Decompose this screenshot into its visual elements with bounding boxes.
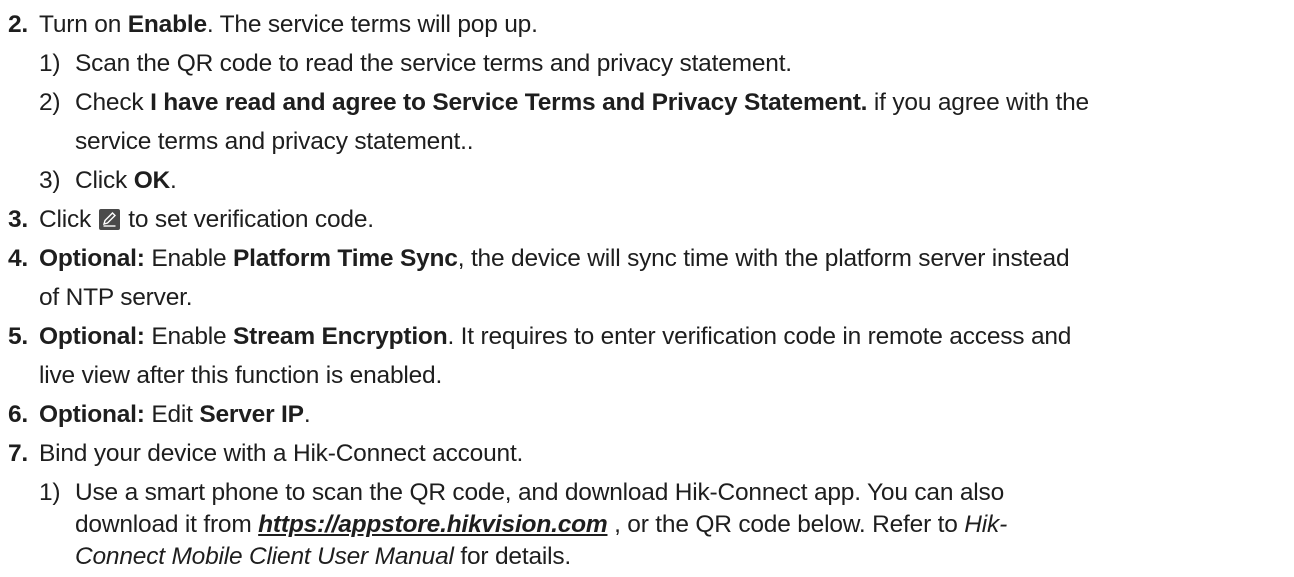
step-text: Click [39, 206, 98, 233]
optional-label: Optional: [39, 323, 145, 350]
substep-text: . [170, 167, 177, 194]
substep-7-1-line3: Connect Mobile Client User Manual for de… [75, 541, 571, 573]
substep-2-2: 2) Check I have read and agree to Servic… [39, 87, 1089, 119]
substep-number: 2) [39, 89, 61, 116]
substep-2-3: 3) Click OK. [39, 165, 177, 197]
substep-text: Check [75, 89, 151, 116]
manual-title-italic: Hik- [964, 511, 1008, 538]
substep-text: Click [75, 167, 134, 194]
server-ip-label: Server IP [199, 401, 304, 428]
substep-number: 3) [39, 167, 61, 194]
step-number: 2. [8, 11, 29, 38]
step-5-cont: live view after this function is enabled… [39, 360, 442, 392]
substep-number: 1) [39, 50, 61, 77]
step-text: Enable [144, 245, 234, 272]
substep-text: service terms and privacy statement.. [75, 128, 474, 155]
ok-label: OK [133, 167, 171, 194]
substep-text: , or the QR code below. Refer to [607, 511, 965, 538]
step-text: , the device will sync time with the pla… [457, 245, 1070, 272]
step-4-cont: of NTP server. [39, 282, 193, 314]
step-number: 3. [8, 206, 29, 233]
step-text: . [303, 401, 311, 428]
substep-number: 1) [39, 479, 61, 506]
enable-label: Enable [127, 11, 207, 38]
step-text: Edit [144, 401, 200, 428]
optional-label: Optional: [39, 245, 145, 272]
substep-text: Scan the QR code to read the service ter… [75, 50, 792, 77]
appstore-link[interactable]: https://appstore.hikvision.com [258, 511, 608, 538]
substep-7-1-line2: download it from https://appstore.hikvis… [75, 509, 1007, 541]
step-number: 4. [8, 245, 29, 272]
manual-title-italic: Connect Mobile Client User Manual [75, 543, 454, 570]
substep-text: download it from [75, 511, 259, 538]
step-text: . The service terms will pop up. [206, 11, 538, 38]
optional-label: Optional: [39, 401, 145, 428]
step-text: Enable [144, 323, 234, 350]
edit-pencil-icon [98, 209, 120, 230]
step-number: 5. [8, 323, 29, 350]
substep-text: if you agree with the [867, 89, 1089, 116]
substep-text: for details. [453, 543, 572, 570]
stream-encryption-label: Stream Encryption [233, 323, 448, 350]
agree-checkbox-label: I have read and agree to Service Terms a… [150, 89, 868, 116]
substep-2-2-cont: service terms and privacy statement.. [75, 126, 474, 158]
substep-text: Use a smart phone to scan the QR code, a… [75, 479, 1005, 506]
step-number: 7. [8, 440, 29, 467]
substep-2-1: 1) Scan the QR code to read the service … [39, 48, 792, 80]
step-text: live view after this function is enabled… [39, 362, 443, 389]
substep-7-1: 1) Use a smart phone to scan the QR code… [39, 477, 1004, 509]
step-text: . It requires to enter verification code… [447, 323, 1072, 350]
step-text: of NTP server. [39, 284, 193, 311]
step-text: to set verification code. [121, 206, 374, 233]
platform-time-sync-label: Platform Time Sync [233, 245, 458, 272]
step-text: Turn on [39, 11, 128, 38]
step-number: 6. [8, 401, 29, 428]
step-text: Bind your device with a Hik-Connect acco… [39, 440, 524, 467]
